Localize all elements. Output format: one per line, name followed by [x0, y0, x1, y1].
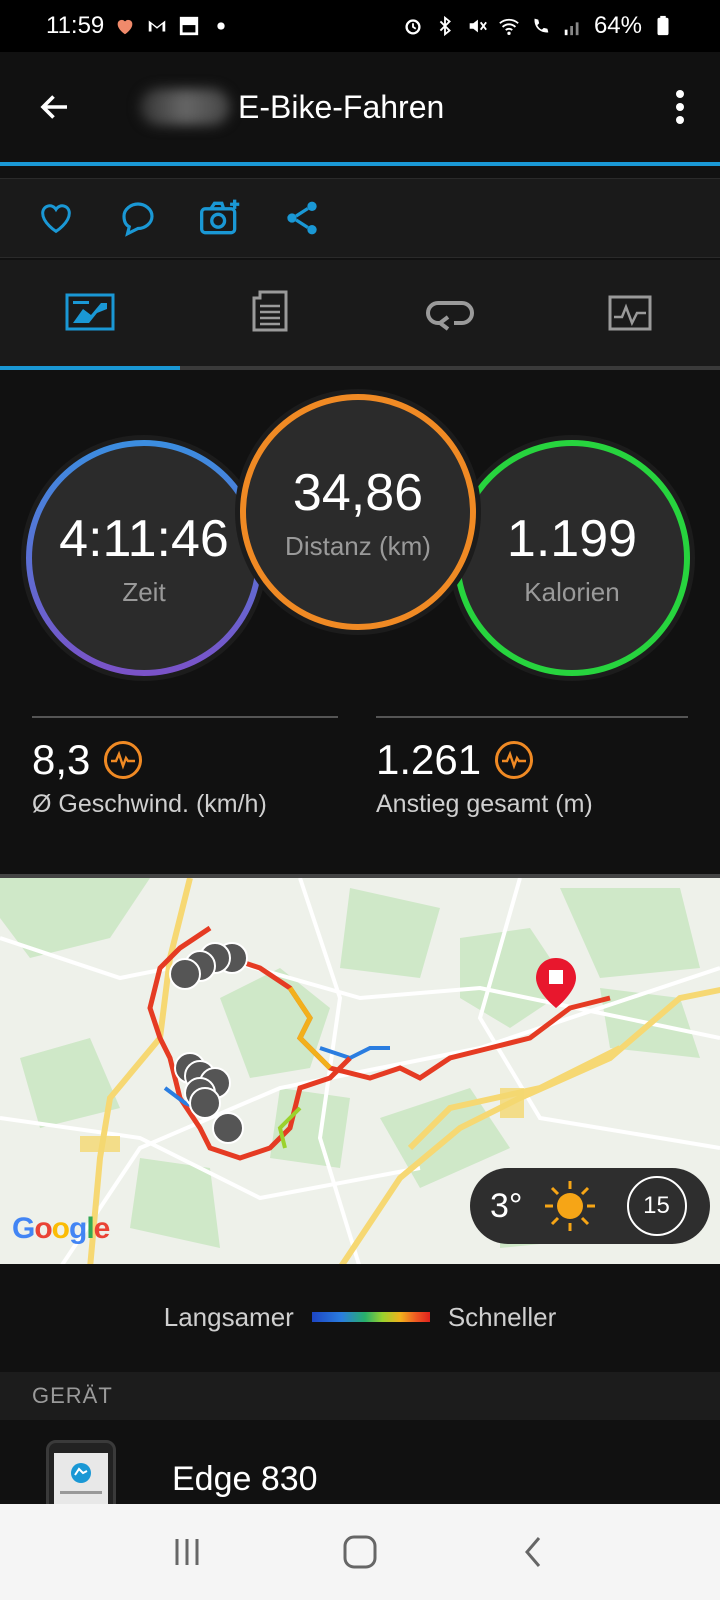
calories-label: Kalorien	[524, 576, 620, 607]
activity-title: E-Bike-Fahren	[238, 88, 445, 125]
speed-gradient-bar	[311, 1312, 430, 1322]
ascent-value: 1.261	[376, 736, 482, 783]
notification-dot-icon	[217, 22, 225, 30]
more-options-button[interactable]	[640, 52, 720, 162]
stats-section: 4:11:46 Zeit 1.199 Kalorien 34,86 Distan…	[0, 370, 720, 870]
arrow-left-icon	[40, 95, 67, 119]
distance-label: Distanz (km)	[285, 530, 431, 561]
wind-speed-badge: 15	[626, 1176, 687, 1236]
wifi-icon	[499, 18, 519, 35]
recent-apps-button[interactable]	[157, 1522, 217, 1582]
camera-add-icon	[200, 199, 240, 235]
chevron-left-icon	[525, 1537, 541, 1567]
pulse-chart-icon	[104, 741, 143, 779]
gmail-icon	[149, 20, 166, 32]
ascent-label: Anstieg gesamt (m)	[376, 790, 593, 818]
alarm-icon	[405, 19, 421, 35]
stat-divider	[32, 716, 338, 718]
speed-legend: Langsamer Schneller	[0, 1264, 720, 1370]
home-icon	[343, 1535, 377, 1569]
bluetooth-icon	[439, 15, 451, 37]
health-icon	[117, 19, 133, 35]
avg-speed-label: Ø Geschwind. (km/h)	[32, 790, 267, 818]
temperature: 3°	[490, 1186, 523, 1225]
comment-button[interactable]	[116, 196, 160, 240]
signal-icon	[564, 22, 579, 36]
google-logo: Google	[12, 1212, 110, 1245]
loop-arrow-icon	[426, 301, 474, 331]
device-row[interactable]: Edge 830	[0, 1420, 720, 1520]
news-app-icon	[180, 16, 199, 36]
home-button[interactable]	[330, 1522, 390, 1582]
share-icon	[287, 201, 317, 235]
tab-laps[interactable]	[360, 260, 540, 366]
device-name: Edge 830	[172, 1460, 318, 1498]
chart-icon	[608, 295, 652, 331]
route-map[interactable]: Google 3° 15	[0, 874, 720, 1264]
app-bar: E-Bike-Fahren	[0, 52, 720, 162]
heart-icon	[41, 204, 71, 234]
redacted-user-name	[140, 89, 230, 125]
system-back-button[interactable]	[503, 1522, 563, 1582]
pulse-chart-icon	[495, 741, 534, 779]
document-list-icon	[252, 290, 288, 332]
distance-ring: 34,86 Distanz (km)	[240, 394, 476, 630]
like-button[interactable]	[34, 196, 78, 240]
battery-icon	[657, 15, 669, 36]
time-value: 4:11:46	[59, 509, 229, 568]
tab-bar	[0, 260, 720, 366]
legend-faster: Schneller	[447, 1301, 557, 1332]
wind-speed: 15	[643, 1192, 670, 1219]
overview-icon	[65, 293, 115, 331]
back-button[interactable]	[0, 52, 110, 162]
weather-widget[interactable]: 3° 15	[470, 1168, 710, 1244]
sun-icon	[544, 1181, 595, 1231]
time-label: Zeit	[122, 576, 166, 607]
mute-icon	[469, 19, 487, 33]
system-nav-bar	[0, 1504, 720, 1600]
wifi-call-icon	[534, 18, 549, 33]
time-ring: 4:11:46 Zeit	[26, 440, 262, 676]
ascent-stat[interactable]: 1.261 Anstieg gesamt (m)	[376, 736, 593, 819]
add-photo-button[interactable]	[198, 196, 242, 240]
tab-charts[interactable]	[540, 260, 720, 366]
avg-speed-stat[interactable]: 8,3 Ø Geschwind. (km/h)	[32, 736, 267, 819]
calories-ring: 1.199 Kalorien	[454, 440, 690, 676]
status-time: 11:59	[46, 12, 105, 39]
tab-details[interactable]	[180, 260, 360, 366]
more-vertical-icon	[676, 90, 684, 124]
accent-divider	[0, 162, 720, 166]
avg-speed-value: 8,3	[32, 736, 91, 783]
legend-slower: Langsamer	[163, 1301, 294, 1332]
device-section-header: GERÄT	[0, 1372, 720, 1420]
calories-value: 1.199	[506, 509, 638, 568]
comment-icon	[122, 202, 154, 237]
status-bar: 11:59 64%	[0, 0, 720, 52]
share-button[interactable]	[280, 196, 324, 240]
stat-divider	[376, 716, 688, 718]
distance-value: 34,86	[292, 463, 424, 522]
recent-apps-icon	[175, 1539, 199, 1565]
action-row	[0, 178, 720, 258]
battery-percent: 64%	[593, 12, 642, 39]
tab-overview[interactable]	[0, 260, 180, 366]
